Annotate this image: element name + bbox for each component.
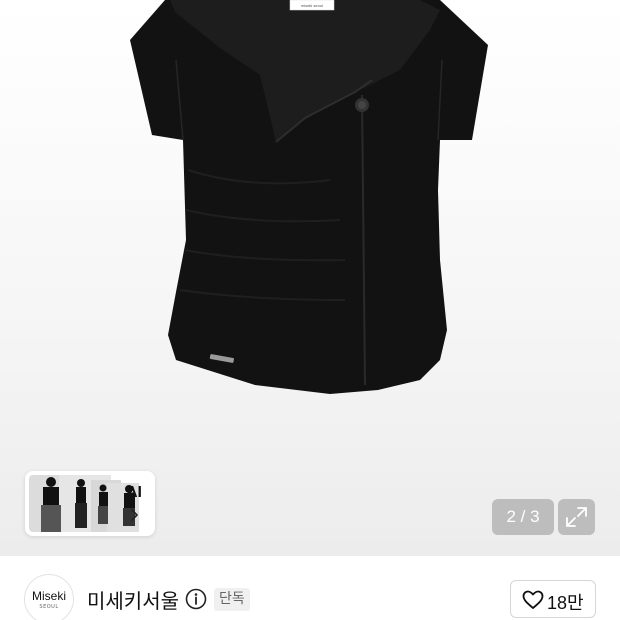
- info-circle-icon[interactable]: [185, 588, 207, 610]
- ai-card-label[interactable]: AI: [126, 484, 142, 502]
- exclusive-badge: 단독: [214, 588, 250, 611]
- product-image-gallery[interactable]: miseki seoul AI 2 / 3: [0, 0, 620, 556]
- expand-image-button[interactable]: [558, 499, 595, 535]
- chevron-right-icon[interactable]: [127, 507, 141, 523]
- brand-logo-text: Miseki: [31, 589, 66, 603]
- like-count: 18만: [547, 593, 584, 613]
- expand-arrows-icon: [566, 507, 587, 527]
- brand-name[interactable]: 미세키서울: [87, 585, 179, 614]
- heart-outline-icon: [522, 590, 544, 609]
- brand-logo[interactable]: Miseki SEOUL: [24, 574, 74, 620]
- product-tag-text: miseki seoul: [301, 3, 323, 8]
- ai-lookbook-card[interactable]: [25, 471, 155, 536]
- page-counter: 2 / 3: [492, 499, 554, 535]
- like-button[interactable]: 18만: [510, 580, 596, 618]
- ai-thumbnails: [29, 475, 139, 532]
- brand-logo-subtext: SEOUL: [39, 604, 59, 610]
